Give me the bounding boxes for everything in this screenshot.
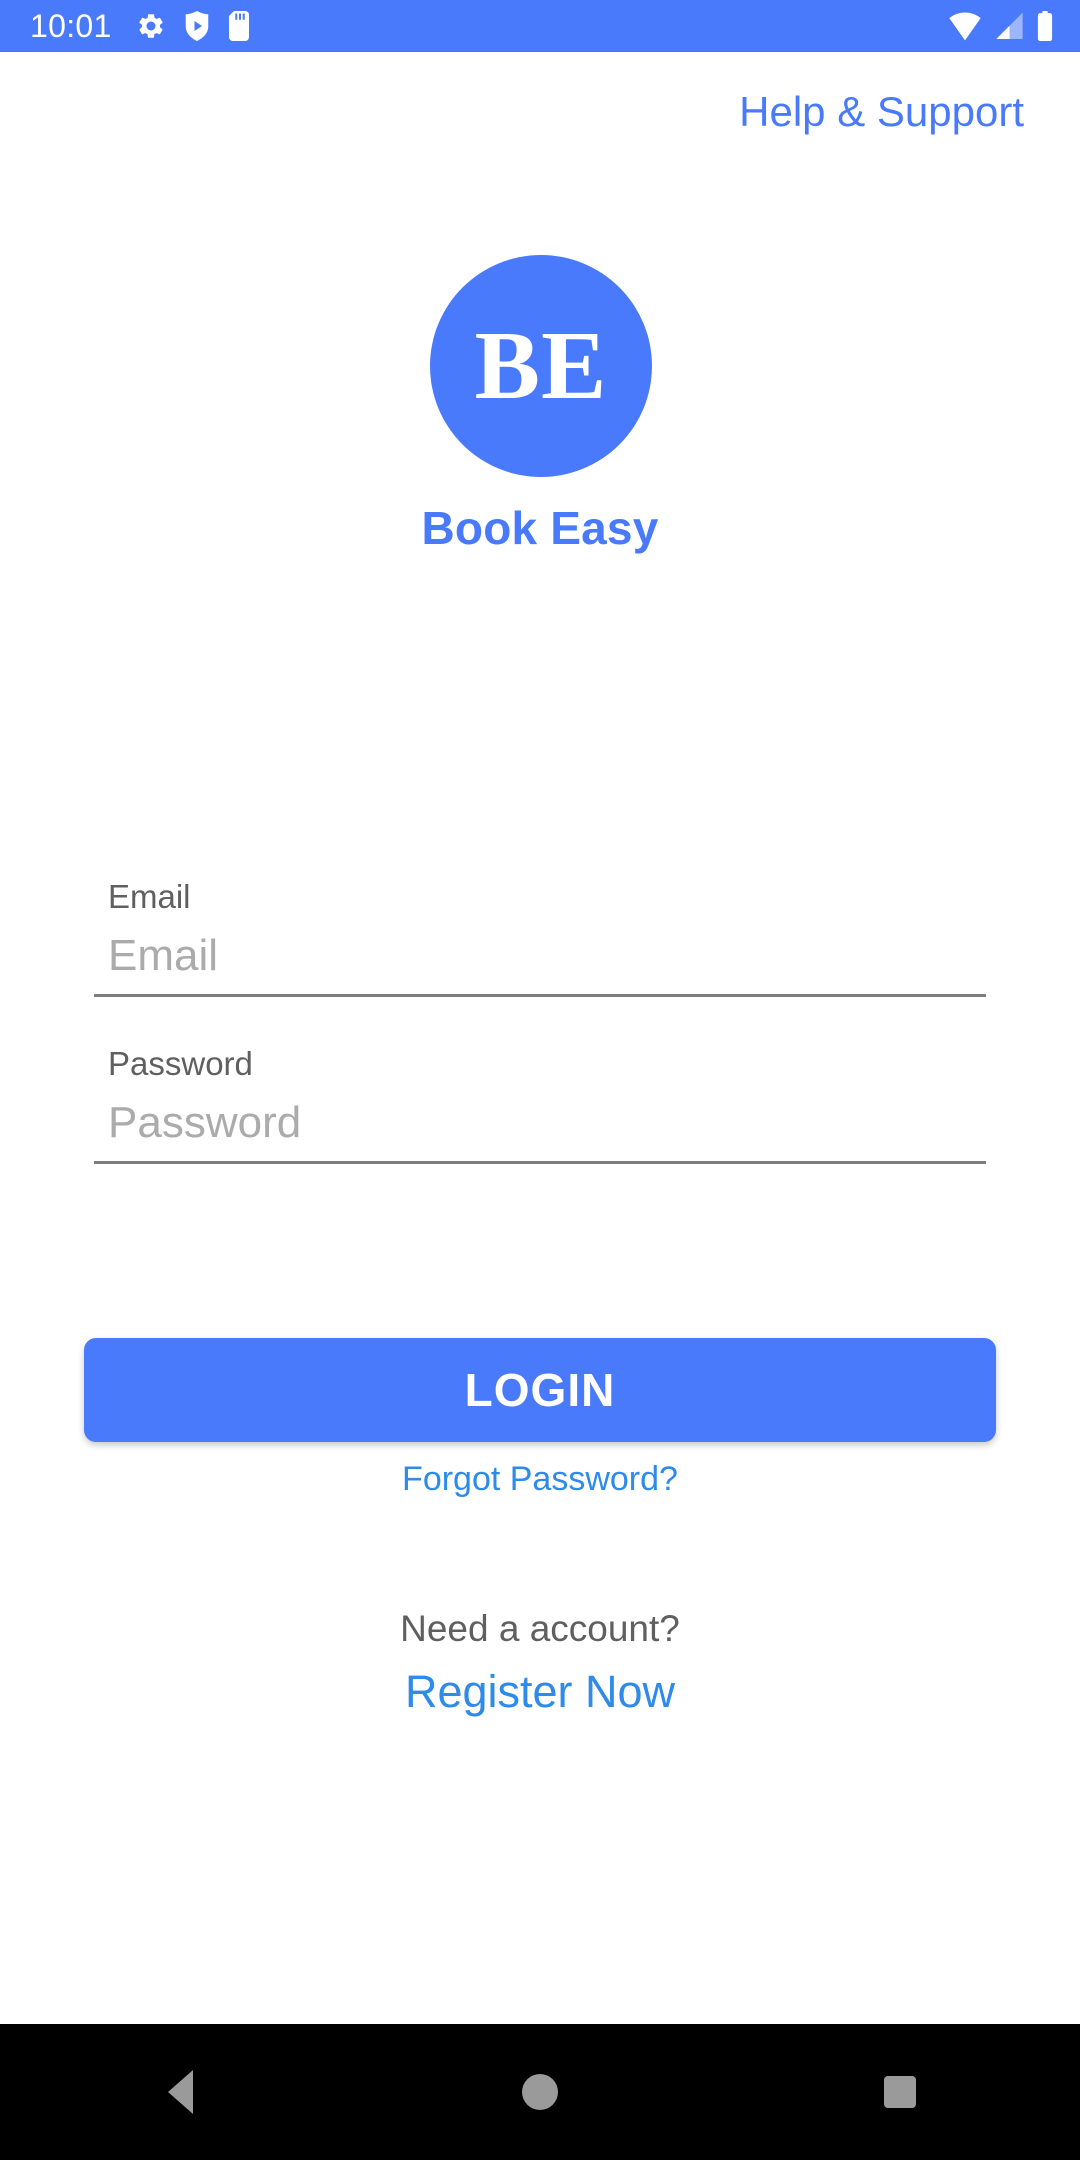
register-now-link[interactable]: Register Now	[0, 1669, 1080, 1714]
password-input[interactable]	[94, 1098, 986, 1164]
email-field-group: Email	[94, 880, 986, 997]
status-bar-clock: 10:01	[30, 8, 112, 44]
wifi-icon	[948, 11, 982, 41]
password-field-group: Password	[94, 1047, 986, 1164]
app-logo-icon: BE	[430, 255, 652, 477]
logo-monogram-text: BE	[474, 312, 608, 420]
nav-home-button[interactable]	[450, 2024, 630, 2160]
status-bar-left-icons	[136, 11, 250, 41]
email-field-label: Email	[108, 878, 191, 915]
battery-icon	[1036, 11, 1054, 41]
forgot-password-link[interactable]: Forgot Password?	[0, 1462, 1080, 1496]
app-name-text: Book Easy	[421, 502, 659, 554]
status-bar: 10:01	[0, 0, 1080, 52]
status-bar-right-icons	[948, 11, 1054, 41]
email-input[interactable]	[94, 931, 986, 997]
shield-play-icon	[184, 11, 210, 41]
home-icon	[522, 2074, 558, 2110]
help-support-link[interactable]: Help & Support	[739, 91, 1024, 133]
nav-recents-button[interactable]	[810, 2024, 990, 2160]
android-navigation-bar	[0, 2024, 1080, 2160]
login-form: Email Password	[94, 880, 986, 1214]
nav-back-button[interactable]	[90, 2024, 270, 2160]
cellular-signal-icon	[993, 11, 1025, 41]
register-row: Need a account? Register Now	[0, 1610, 1080, 1714]
register-prompt-text: Need a account?	[400, 1608, 680, 1649]
recents-icon	[884, 2076, 916, 2108]
login-button[interactable]: LOGIN	[84, 1338, 996, 1442]
brand-logo-block: BE Book Easy	[0, 255, 1080, 551]
sd-card-icon	[228, 11, 250, 41]
gear-icon	[136, 11, 166, 41]
back-icon	[167, 2070, 193, 2114]
password-field-label: Password	[108, 1045, 253, 1082]
help-support-row: Help & Support	[0, 52, 1080, 172]
